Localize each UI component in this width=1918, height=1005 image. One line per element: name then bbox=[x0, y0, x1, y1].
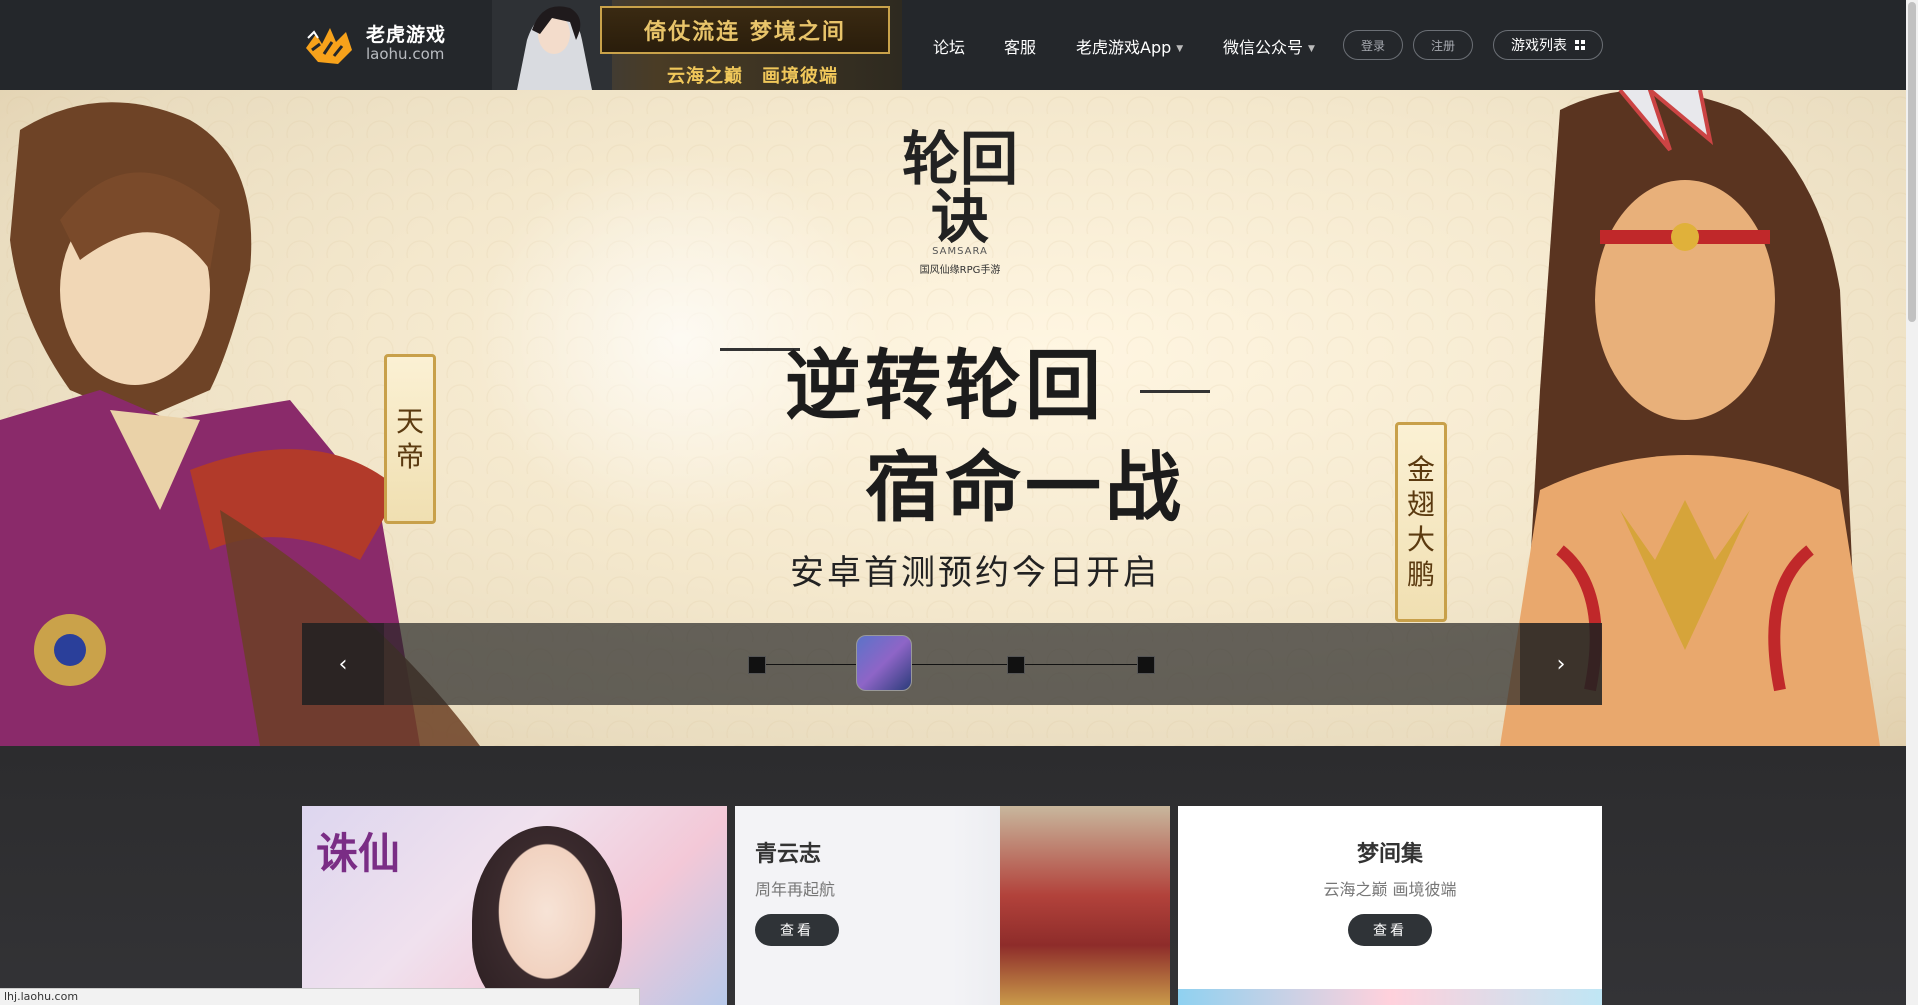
actress-portrait-image bbox=[472, 826, 622, 1005]
plaque-char: 金 bbox=[1406, 453, 1435, 486]
promo-subtitle: 云海之巅 画境彼端 bbox=[667, 66, 838, 87]
nav-app-label: 老虎游戏App bbox=[1076, 38, 1172, 57]
chevron-right-icon: › bbox=[1556, 651, 1566, 677]
plaque-char: 鹏 bbox=[1406, 558, 1435, 591]
zhuxian-logo-text: 诛仙 bbox=[316, 829, 401, 878]
tiger-logo-icon bbox=[302, 20, 358, 68]
game-logo-en: SAMSARA bbox=[932, 246, 988, 257]
nav-service[interactable]: 客服 bbox=[1004, 34, 1036, 58]
warrior-character-image bbox=[1000, 806, 1170, 1005]
hero-slogan-line1: 逆转轮回 bbox=[785, 341, 1105, 430]
browser-status-url: lhj.laohu.com bbox=[0, 988, 640, 1005]
carousel-dot[interactable] bbox=[1137, 656, 1155, 674]
plaque-char: 大 bbox=[1406, 523, 1435, 556]
site-logo[interactable]: 老虎游戏 laohu.com bbox=[302, 20, 446, 68]
logo-domain: laohu.com bbox=[366, 45, 445, 64]
mengjianji-view-button[interactable]: 查看 bbox=[1348, 914, 1432, 946]
plaque-char: 天 bbox=[395, 405, 424, 438]
nav-wechat[interactable]: 微信公众号 ▼ bbox=[1223, 34, 1315, 58]
carousel-next-button[interactable]: › bbox=[1520, 623, 1602, 705]
plaque-char: 翅 bbox=[1406, 488, 1435, 521]
card-zhuxian[interactable]: 诛仙 bbox=[302, 806, 727, 1005]
carousel-track-line bbox=[752, 664, 1147, 665]
caret-down-icon: ▼ bbox=[1176, 43, 1184, 54]
nav-forum[interactable]: 论坛 bbox=[933, 34, 965, 58]
promo-title-plaque: 倚仗流连 梦境之间 bbox=[600, 6, 890, 54]
carousel-active-thumbnail[interactable] bbox=[856, 635, 912, 691]
swirl-decoration bbox=[1140, 390, 1210, 393]
plaque-tiandi: 天 帝 bbox=[384, 354, 436, 524]
top-header: 老虎游戏 laohu.com 倚仗流连 梦境之间 云海之巅 画境彼端 论坛 客服… bbox=[0, 0, 1906, 90]
game-list-label: 游戏列表 bbox=[1511, 38, 1567, 54]
card-qingyunzhi-subtitle: 周年再起航 bbox=[755, 880, 836, 899]
carousel-nav-bar: ‹ › bbox=[302, 623, 1602, 705]
promo-title: 倚仗流连 梦境之间 bbox=[644, 19, 846, 45]
plaque-jinchidapeng: 金 翅 大 鹏 bbox=[1395, 422, 1447, 622]
chevron-left-icon: ‹ bbox=[338, 651, 348, 677]
game-logo: 轮回诀 SAMSARA 国风仙缘RPG手游 bbox=[880, 125, 1040, 276]
card-mengjianji-subtitle: 云海之巅 画境彼端 bbox=[1323, 880, 1457, 899]
carousel-prev-button[interactable]: ‹ bbox=[302, 623, 384, 705]
scrollbar-thumb[interactable] bbox=[1908, 2, 1916, 322]
login-button[interactable]: 登录 bbox=[1343, 30, 1403, 60]
grid-icon bbox=[1575, 40, 1585, 50]
carousel-dot[interactable] bbox=[748, 656, 766, 674]
hero-slogan-line2: 宿命一战 bbox=[865, 443, 1185, 532]
game-logo-title: 轮回诀 bbox=[901, 125, 1018, 251]
logo-name: 老虎游戏 bbox=[366, 24, 447, 47]
carousel-dot[interactable] bbox=[1007, 656, 1025, 674]
game-list-button[interactable]: 游戏列表 bbox=[1493, 30, 1603, 60]
game-logo-tagline: 国风仙缘RPG手游 bbox=[919, 265, 1001, 276]
card-qingyunzhi[interactable]: 青云志 周年再起航 查看 bbox=[735, 806, 1170, 1005]
promo-character-image bbox=[492, 0, 612, 90]
plaque-char: 帝 bbox=[395, 440, 424, 473]
caret-down-icon: ▼ bbox=[1308, 43, 1315, 54]
card-mengjianji[interactable]: 梦间集 云海之巅 画境彼端 查看 bbox=[1178, 806, 1602, 1005]
register-button[interactable]: 注册 bbox=[1413, 30, 1473, 60]
header-promo-banner[interactable]: 倚仗流连 梦境之间 云海之巅 画境彼端 bbox=[492, 0, 902, 90]
card-qingyunzhi-title: 青云志 bbox=[755, 842, 822, 867]
hero-subtitle: 安卓首测预约今日开启 bbox=[790, 553, 1160, 593]
card-mengjianji-title: 梦间集 bbox=[1356, 842, 1423, 867]
nav-wechat-label: 微信公众号 bbox=[1223, 38, 1304, 57]
card-mengjianji-image-strip bbox=[1178, 989, 1602, 1005]
qingyunzhi-view-button[interactable]: 查看 bbox=[755, 914, 839, 946]
page-scrollbar[interactable] bbox=[1906, 0, 1918, 1005]
game-cards-section: 诛仙 青云志 周年再起航 查看 梦间集 云海之巅 画境彼端 查看 bbox=[0, 746, 1906, 1005]
nav-app[interactable]: 老虎游戏App ▼ bbox=[1076, 34, 1183, 58]
